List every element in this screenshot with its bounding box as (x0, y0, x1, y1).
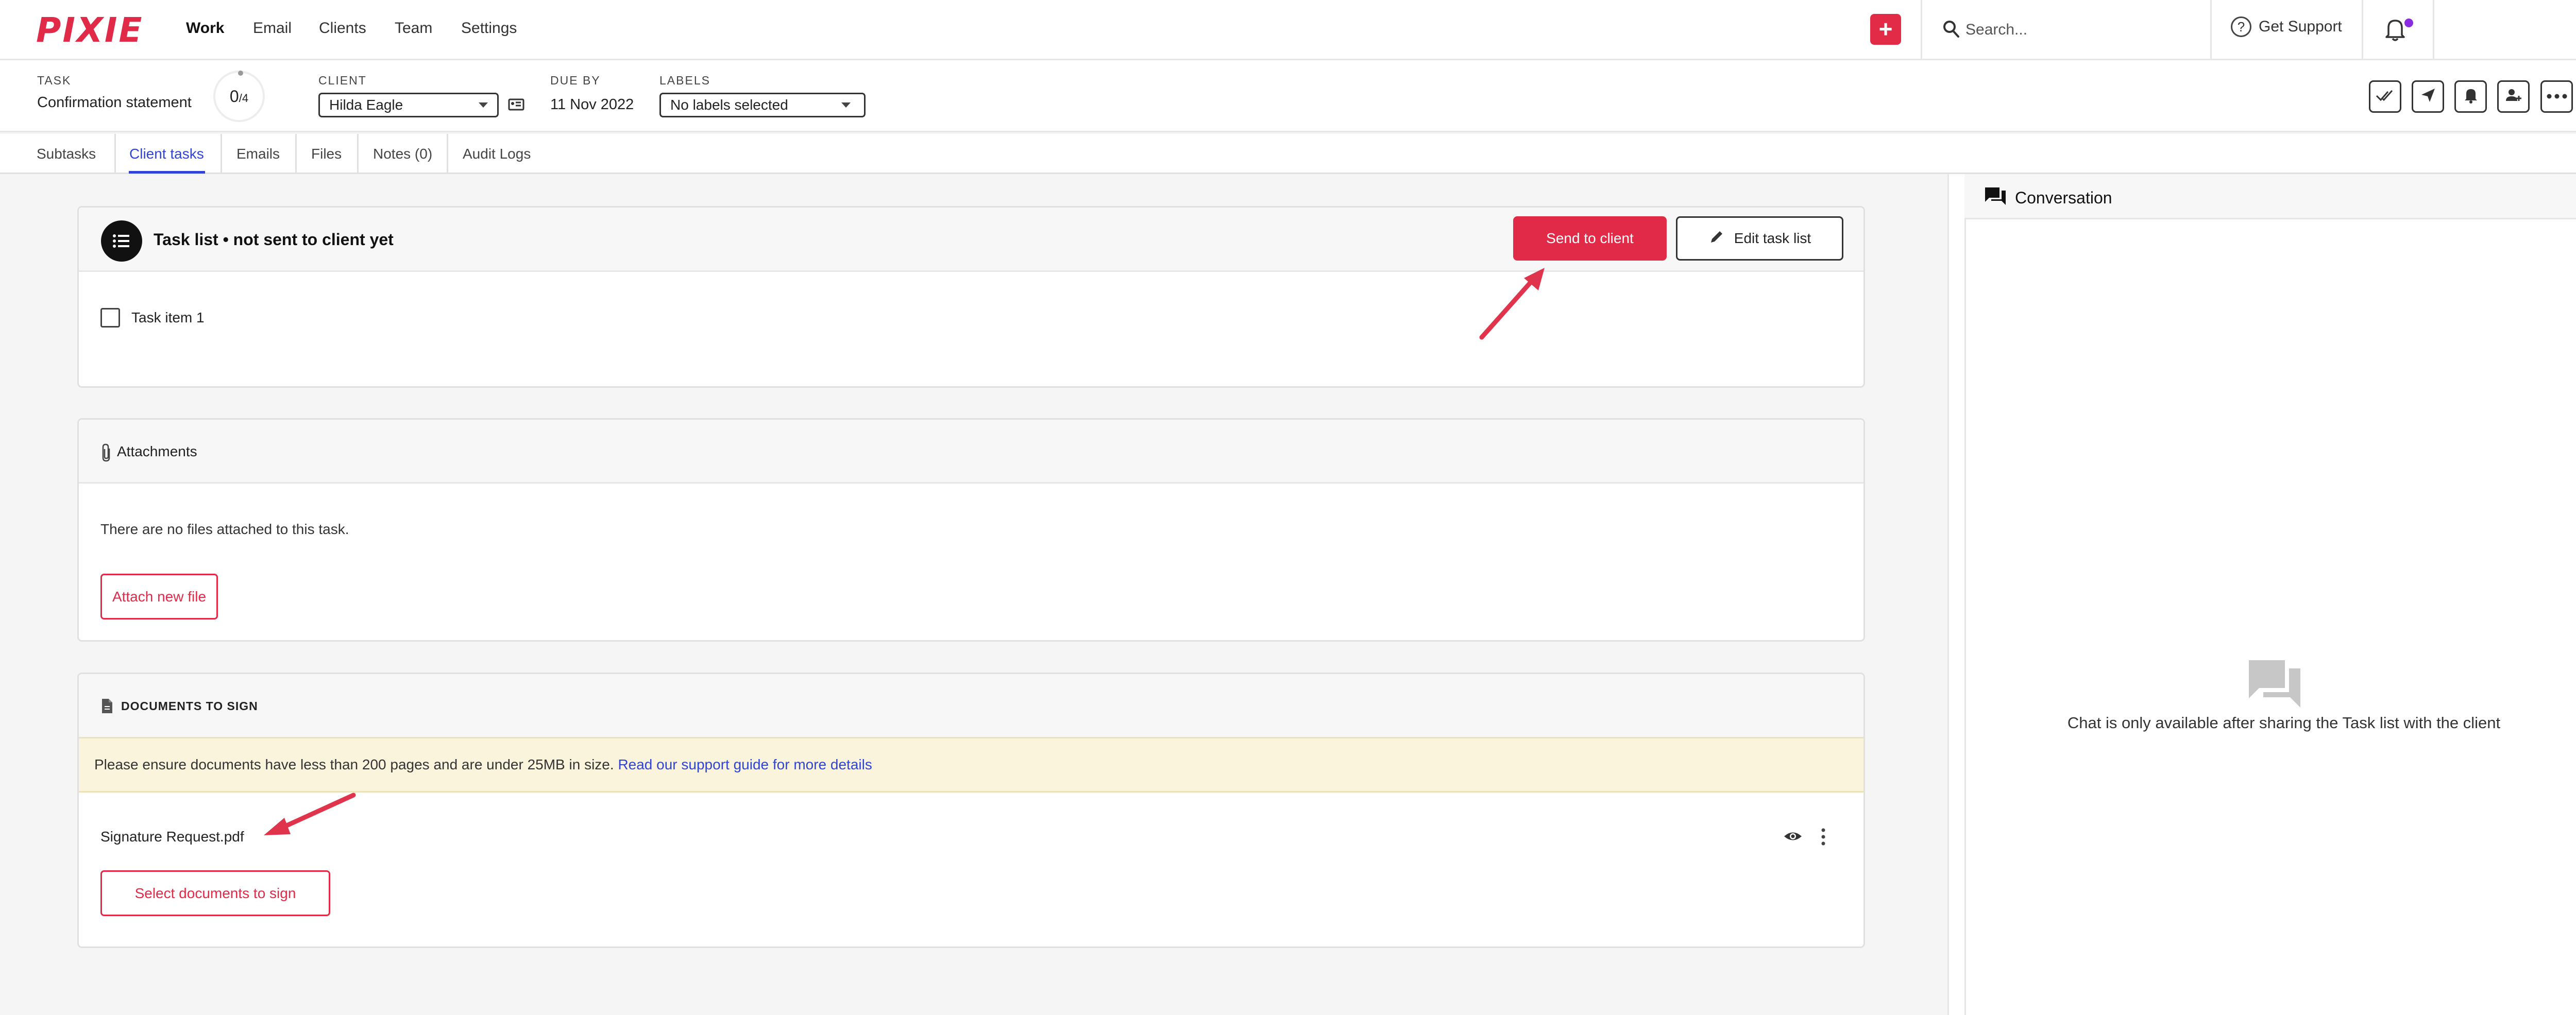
progress-total: /4 (239, 92, 249, 105)
tab-files[interactable]: Files (311, 134, 342, 174)
nav-link-team[interactable]: Team (395, 20, 432, 37)
tab-divider (295, 134, 297, 174)
tab-divider (114, 134, 116, 174)
chevron-down-icon (841, 102, 851, 108)
task-list-icon (100, 220, 143, 265)
tab-notes[interactable]: Notes (0) (373, 134, 432, 174)
tab-emails[interactable]: Emails (236, 134, 280, 174)
panel-divider (1964, 219, 1966, 1015)
document-more-options-icon[interactable] (1820, 828, 1826, 849)
get-support-link[interactable]: ? Get Support (2231, 16, 2342, 37)
help-icon: ? (2231, 16, 2251, 37)
search-input[interactable] (1965, 15, 2197, 44)
edit-task-list-label: Edit task list (1734, 230, 1811, 246)
task-list-title: Task list • not sent to client yet (154, 230, 394, 249)
attachments-card: Attachments There are no files attached … (77, 418, 1865, 642)
nav-link-settings[interactable]: Settings (461, 20, 517, 37)
select-documents-to-sign-button[interactable]: Select documents to sign (100, 870, 330, 916)
task-item-checkbox[interactable] (100, 308, 120, 328)
attachments-header (79, 420, 1863, 484)
documents-title: DOCUMENTS TO SIGN (121, 699, 258, 713)
pixie-logo[interactable]: PIXIE (36, 10, 143, 50)
documents-header (79, 674, 1863, 737)
labels-label: LABELS (659, 74, 710, 87)
tab-audit-logs[interactable]: Audit Logs (463, 134, 531, 174)
labels-value: No labels selected (670, 97, 788, 113)
document-file-name[interactable]: Signature Request.pdf (100, 829, 244, 845)
send-button[interactable] (2412, 80, 2444, 113)
top-navigation-bar: PIXIE Work Email Clients Team Settings +… (0, 0, 2576, 60)
send-icon (2419, 87, 2437, 107)
mark-complete-button[interactable] (2369, 80, 2401, 113)
nav-divider (2362, 0, 2363, 60)
nav-link-email[interactable]: Email (253, 20, 292, 37)
client-select[interactable]: Hilda Eagle (318, 93, 499, 117)
double-check-icon (2375, 88, 2396, 106)
due-by-label: DUE BY (550, 74, 601, 87)
more-options-button[interactable] (2540, 80, 2573, 113)
conversation-title: Conversation (2015, 188, 2112, 207)
client-label: CLIENT (318, 74, 367, 87)
tab-divider (447, 134, 448, 174)
labels-select[interactable]: No labels selected (659, 93, 866, 117)
nav-divider (2433, 0, 2434, 60)
annotation-arrow-send (1479, 268, 1545, 340)
user-menu[interactable] (2442, 5, 2576, 55)
task-item: Task item 1 (100, 308, 205, 328)
tab-client-tasks[interactable]: Client tasks (129, 134, 204, 174)
client-card-icon[interactable] (507, 96, 525, 116)
task-item-label: Task item 1 (131, 309, 205, 325)
get-support-label: Get Support (2259, 18, 2342, 35)
document-icon (100, 698, 114, 717)
conversation-panel: Conversation Chat is only available afte… (1947, 174, 2576, 1015)
subtask-progress-indicator: 0/4 (213, 71, 265, 122)
new-item-button[interactable]: + (1870, 14, 1901, 45)
documents-notice-banner: Please ensure documents have less than 2… (79, 737, 1863, 793)
annotation-arrow-document (264, 793, 356, 835)
no-files-message: There are no files attached to this task… (100, 521, 349, 537)
preview-eye-icon[interactable] (1783, 829, 1803, 847)
chat-empty-icon (2247, 658, 2303, 712)
task-label: TASK (37, 74, 72, 87)
edit-task-list-button[interactable]: Edit task list (1676, 216, 1843, 261)
attachments-title: Attachments (117, 443, 197, 459)
reminder-button[interactable] (2454, 80, 2487, 113)
chevron-down-icon (479, 102, 488, 108)
send-to-client-button[interactable]: Send to client (1513, 216, 1667, 261)
nav-link-work[interactable]: Work (186, 20, 224, 37)
pencil-icon (1708, 229, 1725, 249)
notice-text: Please ensure documents have less than 2… (94, 756, 614, 772)
tab-divider (357, 134, 359, 174)
chat-bubble-icon (1984, 186, 2007, 210)
paperclip-icon (100, 442, 113, 466)
bell-icon (2463, 87, 2479, 107)
progress-dot (238, 71, 243, 76)
nav-link-clients[interactable]: Clients (319, 20, 366, 37)
attach-new-file-button[interactable]: Attach new file (100, 574, 218, 620)
progress-done: 0 (229, 87, 239, 106)
nav-divider (1921, 0, 1922, 60)
client-value: Hilda Eagle (329, 97, 403, 113)
due-date-value[interactable]: 11 Nov 2022 (550, 96, 634, 113)
chat-unavailable-message: Chat is only available after sharing the… (2067, 714, 2501, 732)
task-name: Confirmation statement (37, 94, 192, 111)
tab-subtasks[interactable]: Subtasks (37, 134, 96, 174)
more-icon (2547, 92, 2567, 101)
active-tab-indicator (129, 171, 205, 174)
nav-divider (2210, 0, 2212, 60)
tab-divider (221, 134, 222, 174)
search-icon (1942, 19, 1961, 42)
assign-user-button[interactable] (2497, 80, 2530, 113)
task-list-card: Task list • not sent to client yet Send … (77, 206, 1865, 388)
assign-user-icon (2504, 87, 2523, 107)
support-guide-link[interactable]: Read our support guide for more details (618, 756, 872, 773)
task-tabs: Subtasks Client tasks Emails Files Notes… (0, 134, 2576, 174)
notification-badge-dot (2404, 19, 2413, 27)
